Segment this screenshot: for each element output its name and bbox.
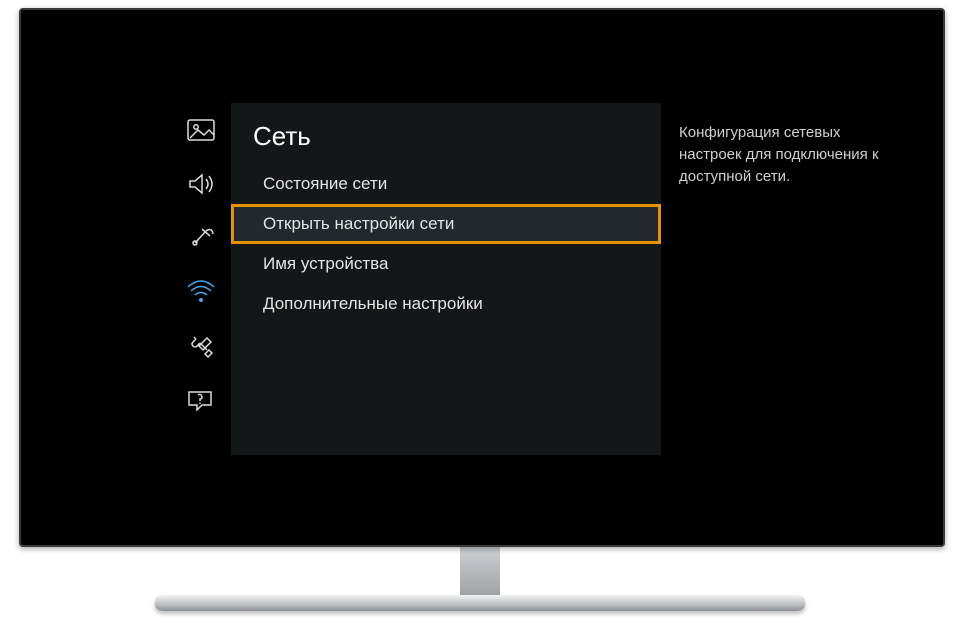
panel-title: Сеть <box>231 103 661 164</box>
broadcast-icon[interactable] <box>187 226 215 250</box>
system-icon[interactable] <box>187 334 215 358</box>
menu-item-advanced-settings[interactable]: Дополнительные настройки <box>231 284 661 324</box>
tv-frame: Сеть Состояние сети Открыть настройки се… <box>19 8 945 547</box>
settings-panel: Сеть Состояние сети Открыть настройки се… <box>231 103 661 455</box>
picture-icon[interactable] <box>187 118 215 142</box>
settings-sidebar <box>176 118 226 412</box>
help-description: Конфигурация сетевых настроек для подклю… <box>679 122 899 187</box>
tv-stand-base <box>155 595 805 611</box>
tv-screen: Сеть Состояние сети Открыть настройки се… <box>21 10 943 545</box>
support-icon[interactable] <box>187 388 215 412</box>
menu-item-open-network-settings[interactable]: Открыть настройки сети <box>231 204 661 244</box>
settings-menu: Состояние сети Открыть настройки сети Им… <box>231 164 661 324</box>
menu-item-network-status[interactable]: Состояние сети <box>231 164 661 204</box>
sound-icon[interactable] <box>187 172 215 196</box>
menu-item-device-name[interactable]: Имя устройства <box>231 244 661 284</box>
network-icon[interactable] <box>187 280 215 304</box>
tv-stand-neck <box>460 545 500 597</box>
